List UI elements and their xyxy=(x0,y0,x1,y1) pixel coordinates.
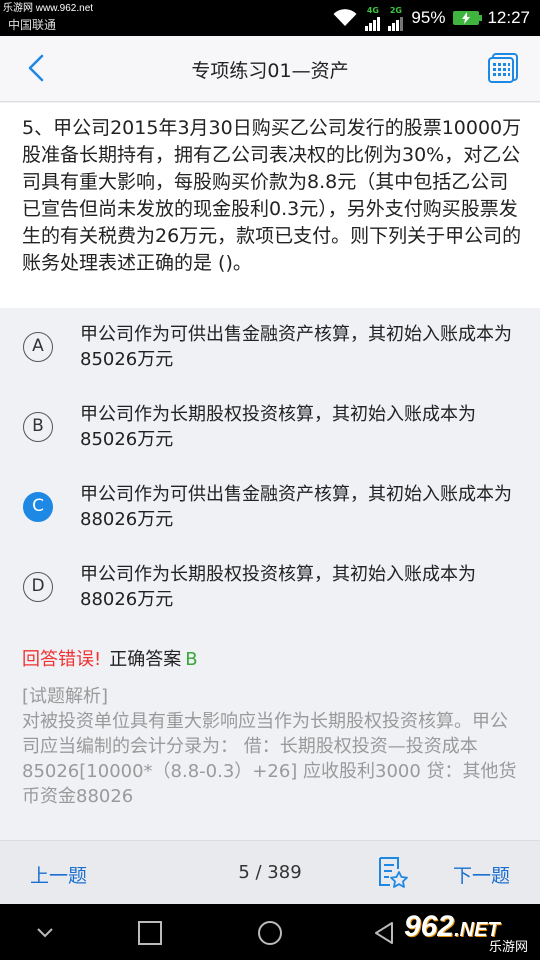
nav-recent-apps-icon[interactable] xyxy=(135,918,165,948)
next-question-button[interactable]: 下一题 xyxy=(453,861,510,888)
app-header: 专项练习01—资产 xyxy=(0,36,540,102)
logo-subtitle: 乐游网 xyxy=(488,940,528,955)
battery-charging-icon xyxy=(453,11,483,25)
nav-back-icon[interactable] xyxy=(370,918,400,948)
nav-home-icon[interactable] xyxy=(255,918,285,948)
page-title: 专项练习01—资产 xyxy=(191,60,349,82)
option-b[interactable]: B 甲公司作为长期股权投资核算，其初始入账成本为85026万元 xyxy=(0,390,540,470)
watermark-text: 乐游网 www.962.net xyxy=(3,3,94,14)
option-a-marker[interactable]: A xyxy=(23,332,53,362)
system-nav-bar: 962.NET 乐游网 xyxy=(0,904,540,960)
clock: 12:27 xyxy=(487,8,530,27)
answer-result: 回答错误! 正确答案 B xyxy=(22,645,198,671)
network-4g-indicator: 4G xyxy=(365,6,381,31)
favorite-list-icon[interactable] xyxy=(376,855,408,889)
option-d-text: 甲公司作为长期股权投资核算，其初始入账成本为88026万元 xyxy=(80,564,476,610)
question-nav-bar: 上一题 5 / 389 下一题 xyxy=(0,840,540,904)
option-c-text: 甲公司作为可供出售金融资产核算，其初始入账成本为88026万元 xyxy=(80,484,512,530)
site-logo: 962.NET 乐游网 xyxy=(402,908,532,956)
question-counter: 5 / 389 xyxy=(238,862,302,883)
option-b-marker[interactable]: B xyxy=(23,412,53,442)
answer-card-icon[interactable] xyxy=(486,51,520,85)
signal-bars-icon xyxy=(365,15,381,31)
carrier-name: 中国联通 xyxy=(8,18,57,32)
correct-answer-label: 正确答案 xyxy=(109,649,182,670)
nav-back-down-icon[interactable] xyxy=(30,918,60,948)
option-b-text: 甲公司作为长期股权投资核算，其初始入账成本为85026万元 xyxy=(80,404,476,450)
logo-number: 962.NET xyxy=(404,910,500,943)
option-c[interactable]: C 甲公司作为可供出售金融资产核算，其初始入账成本为88026万元 xyxy=(0,470,540,550)
option-a-text: 甲公司作为可供出售金融资产核算，其初始入账成本为85026万元 xyxy=(80,324,512,370)
option-d[interactable]: D 甲公司作为长期股权投资核算，其初始入账成本为88026万元 xyxy=(0,550,540,630)
analysis-heading: [试题解析] xyxy=(22,686,109,707)
option-a[interactable]: A 甲公司作为可供出售金融资产核算，其初始入账成本为85026万元 xyxy=(0,310,540,390)
prev-question-button[interactable]: 上一题 xyxy=(30,861,87,888)
battery-percent: 95% xyxy=(411,8,446,27)
analysis-text: 对被投资单位具有重大影响应当作为长期股权投资核算。甲公司应当编制的会计分录为： … xyxy=(22,711,517,807)
status-icons: 4G 2G 95% 12:27 xyxy=(333,5,530,31)
question-text: 5、甲公司2015年3月30日购买乙公司发行的股票10000万股准备长期持有，拥… xyxy=(22,117,522,274)
signal-bars-2-icon xyxy=(388,15,404,31)
network-2g-indicator: 2G xyxy=(388,6,404,31)
correct-answer-value: B xyxy=(185,649,198,670)
option-c-marker[interactable]: C xyxy=(23,492,53,522)
question-panel: 5、甲公司2015年3月30日购买乙公司发行的股票10000万股准备长期持有，拥… xyxy=(0,103,540,308)
wrong-answer-label: 回答错误! xyxy=(22,649,102,670)
wifi-icon xyxy=(333,9,357,26)
status-bar: 乐游网 www.962.net 中国联通 4G 2G 95% 12:27 xyxy=(0,0,540,36)
analysis-section: [试题解析] 对被投资单位具有重大影响应当作为长期股权投资核算。甲公司应当编制的… xyxy=(22,684,522,809)
option-d-marker[interactable]: D xyxy=(23,572,53,602)
